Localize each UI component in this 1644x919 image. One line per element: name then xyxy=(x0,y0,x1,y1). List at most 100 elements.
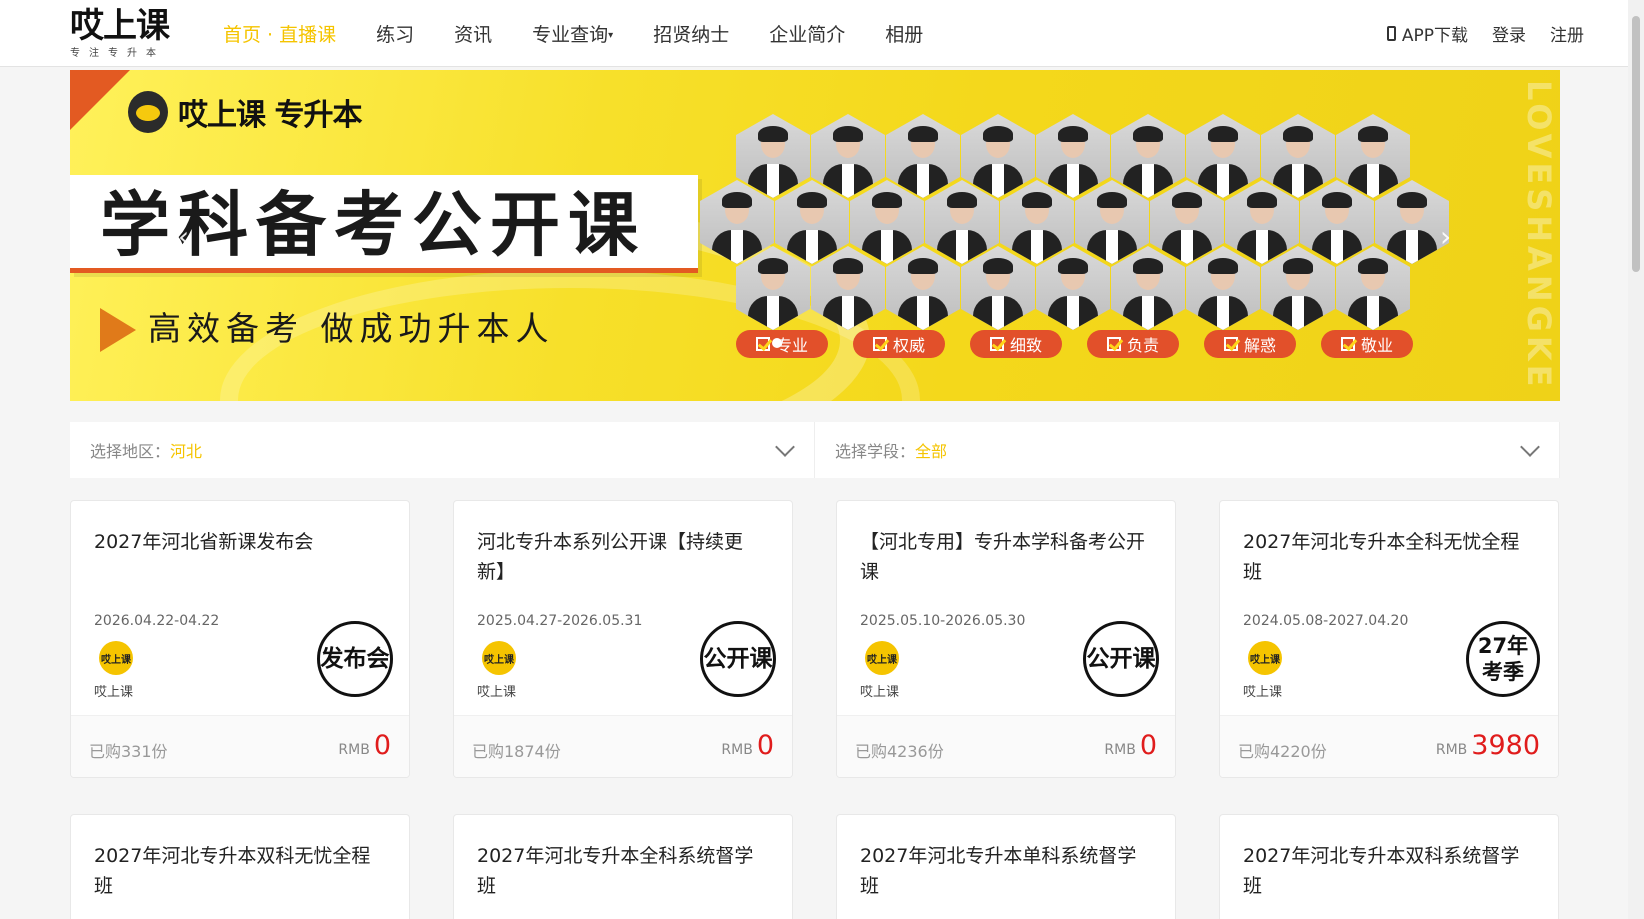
course-price: 3980 xyxy=(1471,730,1540,761)
logo-tagline: 专注专升本 xyxy=(70,48,165,59)
course-card[interactable]: 2027年河北省新课发布会 2026.04.22-04.22 哎上课 哎上课 发… xyxy=(70,500,410,778)
teacher-photo xyxy=(961,114,1035,198)
banner-tag-label: 权威 xyxy=(892,336,925,355)
register-link[interactable]: 注册 xyxy=(1550,21,1584,46)
currency-label: RMB xyxy=(338,742,370,758)
course-stamp: 公开课 xyxy=(1083,621,1159,697)
bee-logo-icon xyxy=(128,91,168,133)
teacher-name: 哎上课 xyxy=(477,685,517,700)
teacher-photo xyxy=(1186,246,1260,330)
course-card[interactable]: 2027年河北专升本双科系统督学班 xyxy=(1219,814,1559,919)
logo-text: 哎上课 xyxy=(70,6,170,46)
chevron-down-icon xyxy=(1520,437,1540,457)
nav-news[interactable]: 资讯 xyxy=(454,20,492,47)
teacher-photo xyxy=(1261,114,1335,198)
teacher-photo xyxy=(736,114,810,198)
chevron-down-icon xyxy=(775,437,795,457)
caret-down-icon: ▾ xyxy=(608,30,614,41)
teacher-avatar: 哎上课 xyxy=(99,641,133,675)
banner-tag: 专业 xyxy=(736,330,828,358)
course-title: 2027年河北省新课发布会 xyxy=(94,531,314,553)
arrow-right-icon xyxy=(100,308,136,352)
nav-about[interactable]: 企业简介 xyxy=(769,20,845,47)
card-footer: 已购4236份 RMB 0 xyxy=(837,715,1175,777)
check-icon xyxy=(1106,337,1121,351)
stage-value: 全部 xyxy=(915,442,948,461)
teacher-avatar: 哎上课 xyxy=(1248,641,1282,675)
price-block: RMB 0 xyxy=(721,730,774,761)
banner-tag: 敬业 xyxy=(1321,330,1413,358)
teacher-photo xyxy=(961,246,1035,330)
course-price: 0 xyxy=(756,730,774,761)
teacher-photo xyxy=(1111,246,1185,330)
main-nav: 首页 · 直播课 练习 资讯 专业查询▾ 招贤纳士 企业简介 相册 xyxy=(223,0,963,67)
region-label: 选择地区： xyxy=(90,442,171,461)
teacher-photo xyxy=(1336,114,1410,198)
teacher-name: 哎上课 xyxy=(860,685,900,700)
teacher-name: 哎上课 xyxy=(1243,685,1283,700)
course-title: 2027年河北专升本全科系统督学班 xyxy=(477,845,754,897)
teacher-photo xyxy=(1186,114,1260,198)
currency-label: RMB xyxy=(1104,742,1136,758)
teacher-photo xyxy=(1300,180,1374,264)
teacher-photo xyxy=(775,180,849,264)
banner-brand-text: 哎上课 专升本 xyxy=(178,98,362,133)
course-title: 2027年河北专升本双科无忧全程班 xyxy=(94,845,371,897)
course-stamp: 27年 考季 xyxy=(1466,621,1540,697)
scrollbar-thumb[interactable] xyxy=(1632,16,1640,272)
banner-tag-label: 敬业 xyxy=(1360,336,1393,355)
chevron-left-icon[interactable]: ‹ xyxy=(178,220,189,253)
nav-practice[interactable]: 练习 xyxy=(376,20,414,47)
course-card[interactable]: 2027年河北专升本双科无忧全程班 xyxy=(70,814,410,919)
purchase-count: 已购1874份 xyxy=(472,742,561,761)
banner-watermark: LOVESHANGKE xyxy=(1520,80,1558,391)
banner-tag-label: 解惑 xyxy=(1243,336,1276,355)
region-select[interactable]: 选择地区： 河北 xyxy=(70,422,815,478)
course-title: 2027年河北专升本单科系统督学班 xyxy=(860,845,1137,897)
chevron-right-icon[interactable]: › xyxy=(1440,220,1451,253)
course-price: 0 xyxy=(1139,730,1157,761)
purchase-count: 已购4236份 xyxy=(855,742,944,761)
login-link[interactable]: 登录 xyxy=(1492,21,1526,46)
card-footer: 已购331份 RMB 0 xyxy=(71,715,409,777)
user-nav: APP下载 登录 注册 xyxy=(1363,0,1584,67)
course-card[interactable]: 2027年河北专升本全科系统督学班 xyxy=(453,814,793,919)
nav-major-query[interactable]: 专业查询▾ xyxy=(532,20,613,47)
carousel-dot[interactable] xyxy=(772,338,782,348)
teacher-avatar: 哎上课 xyxy=(865,641,899,675)
price-block: RMB 0 xyxy=(338,730,391,761)
nav-careers[interactable]: 招贤纳士 xyxy=(653,20,729,47)
teacher-photo xyxy=(925,180,999,264)
course-card[interactable]: 2027年河北专升本单科系统督学班 xyxy=(836,814,1176,919)
nav-home-live[interactable]: 首页 · 直播课 xyxy=(223,20,336,47)
hero-banner[interactable]: 哎上课 专升本 学科备考公开课 高效备考 做成功升本人 LOVESHANGKE … xyxy=(70,70,1560,401)
course-card[interactable]: 河北专升本系列公开课【持续更新】 2025.04.27-2026.05.31 哎… xyxy=(453,500,793,778)
course-date: 2025.04.27-2026.05.31 xyxy=(477,613,643,629)
stage-select[interactable]: 选择学段： 全部 xyxy=(815,422,1560,478)
banner-tag: 权威 xyxy=(853,330,945,358)
page-scrollbar[interactable] xyxy=(1628,0,1644,919)
check-icon xyxy=(755,337,770,351)
banner-tag: 负责 xyxy=(1087,330,1179,358)
nav-album[interactable]: 相册 xyxy=(885,20,923,47)
purchase-count: 已购331份 xyxy=(89,742,168,761)
course-date: 2025.05.10-2026.05.30 xyxy=(860,613,1026,629)
site-logo[interactable]: 哎上课 专注专升本 xyxy=(70,8,180,64)
card-footer: 已购4220份 RMB 3980 xyxy=(1220,715,1558,777)
check-icon xyxy=(872,337,887,351)
region-value: 河北 xyxy=(170,442,203,461)
banner-title-box: 学科备考公开课 xyxy=(70,175,698,273)
teacher-photo xyxy=(1150,180,1224,264)
price-block: RMB 3980 xyxy=(1436,730,1540,761)
course-card[interactable]: 【河北专用】专升本学科备考公开课 2025.05.10-2026.05.30 哎… xyxy=(836,500,1176,778)
course-title: 2027年河北专升本双科系统督学班 xyxy=(1243,845,1520,897)
app-download-link[interactable]: APP下载 xyxy=(1386,21,1468,46)
banner-slogan: 高效备考 做成功升本人 xyxy=(148,309,555,348)
stage-label: 选择学段： xyxy=(835,442,916,461)
teacher-photo xyxy=(1261,246,1335,330)
course-card[interactable]: 2027年河北专升本全科无忧全程班 2024.05.08-2027.04.20 … xyxy=(1219,500,1559,778)
teacher-name: 哎上课 xyxy=(94,685,134,700)
app-download-label: APP下载 xyxy=(1401,26,1468,46)
card-footer: 已购1874份 RMB 0 xyxy=(454,715,792,777)
banner-brand: 哎上课 专升本 xyxy=(128,90,362,134)
